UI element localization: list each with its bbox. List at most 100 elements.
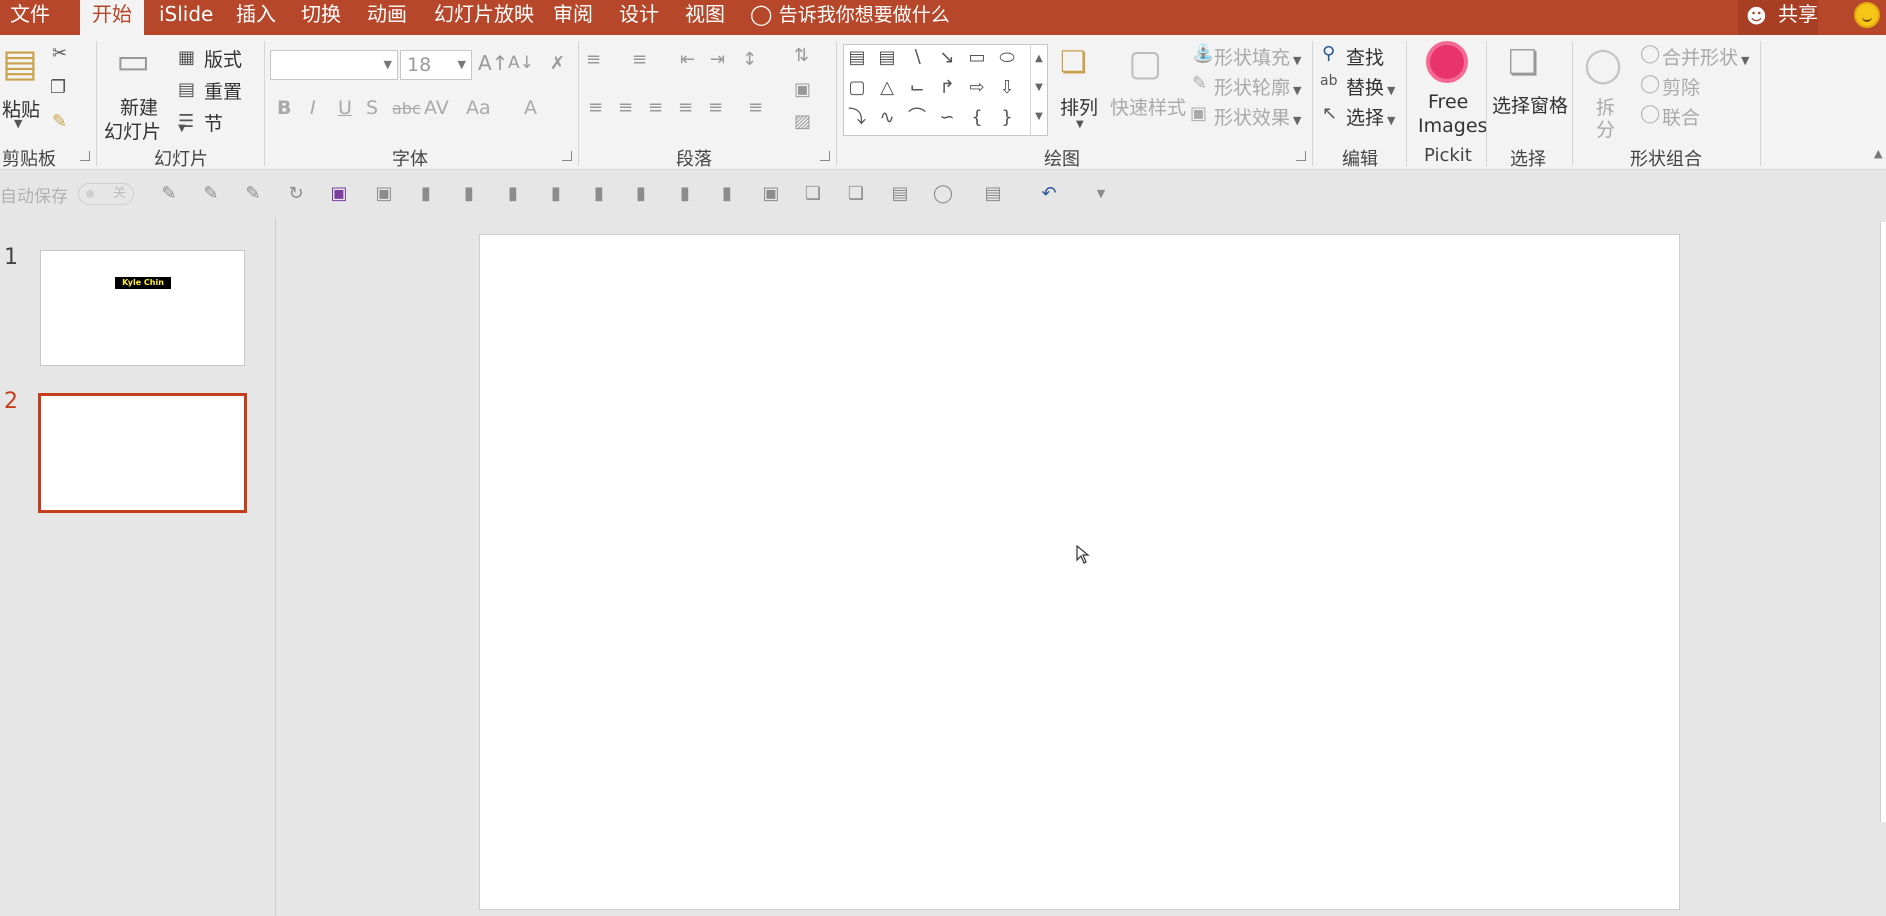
group-icon[interactable]: ❏ (802, 183, 824, 205)
font-name-combo[interactable]: ▼ (270, 50, 398, 80)
slide-thumbnail-selected[interactable] (38, 393, 247, 513)
tab-islide[interactable]: iSlide (159, 0, 213, 35)
select-button[interactable]: 选择 ▼ (1346, 103, 1395, 130)
align-icon[interactable]: ▮ (502, 183, 524, 205)
feedback-smiley-icon[interactable] (1854, 2, 1880, 28)
arrange-button[interactable]: 排列 (1060, 93, 1098, 120)
drawing-launcher-icon[interactable] (1296, 151, 1306, 161)
arrow-line-shape-icon[interactable]: ↘ (936, 47, 958, 69)
align-right-icon[interactable]: ≡ (648, 97, 663, 118)
grow-font-icon[interactable]: A↑ (478, 51, 508, 75)
smartart-icon[interactable]: ▨ (794, 111, 811, 132)
align-left-icon[interactable]: ≡ (588, 97, 603, 118)
subtract-button[interactable]: 剪除 (1662, 73, 1700, 100)
numbering-icon[interactable]: ≡ (632, 49, 647, 70)
undo-icon[interactable]: ↶ (1038, 183, 1060, 205)
bold-button[interactable]: B (277, 97, 291, 119)
distribute-icon[interactable]: ≡ (708, 97, 723, 118)
rounded-rect-shape-icon[interactable]: ▢ (846, 77, 868, 99)
reset-button[interactable]: 重置 (204, 77, 242, 104)
justify-icon[interactable]: ≡ (678, 97, 693, 118)
chevron-up-icon[interactable]: ▲ (1031, 53, 1047, 64)
tab-design[interactable]: 设计 (619, 0, 659, 35)
share-button[interactable]: ☻ 共享 (1738, 0, 1818, 35)
find-button[interactable]: 查找 (1346, 43, 1384, 70)
change-case-button[interactable]: Aa (466, 97, 491, 119)
font-launcher-icon[interactable] (562, 151, 572, 161)
line-shape-icon[interactable]: ∖ (906, 47, 928, 69)
font-color-button[interactable]: A (524, 97, 537, 119)
present-icon[interactable]: ▣ (760, 183, 782, 205)
shape-gallery[interactable]: ▤ ▤ ∖ ↘ ▭ ⬭ ▢ △ ⌙ ↱ ⇨ ⇩ ⤵ ∿ ⌒ ∽ { } ▲ ▼ … (843, 44, 1048, 136)
vertical-textbox-shape-icon[interactable]: ▤ (876, 47, 898, 69)
replace-button[interactable]: 替换 ▼ (1346, 73, 1395, 100)
shape-fill-button[interactable]: 形状填充 ▼ (1214, 43, 1301, 70)
shadow-button[interactable]: S (366, 97, 378, 119)
down-arrow-shape-icon[interactable]: ⇩ (996, 77, 1018, 99)
autosave-toggle[interactable]: 关 (78, 183, 134, 205)
shape-effects-button[interactable]: 形状效果 ▼ (1214, 103, 1301, 130)
align-text-icon[interactable]: ▣ (794, 79, 811, 100)
font-size-combo[interactable]: 18 ▼ (400, 50, 472, 80)
layout-button[interactable]: 版式 (204, 45, 242, 72)
textbox-icon[interactable]: ▤ (982, 183, 1004, 205)
left-brace-shape-icon[interactable]: { (966, 107, 988, 129)
arc-shape-icon[interactable]: ⌒ (906, 107, 928, 129)
tab-animations[interactable]: 动画 (367, 0, 407, 35)
align-icon[interactable]: ▮ (630, 183, 652, 205)
redo-icon[interactable]: ↻ (285, 183, 307, 205)
elbow-connector-shape-icon[interactable]: ⌙ (906, 77, 928, 99)
align-icon[interactable]: ▮ (674, 183, 696, 205)
save-icon[interactable]: ▣ (328, 183, 350, 205)
textbox-icon[interactable]: ▤ (889, 183, 911, 205)
eyedropper-icon[interactable]: ✎ (200, 183, 222, 205)
vertical-scrollbar[interactable] (1880, 222, 1886, 822)
align-center-icon[interactable]: ≡ (618, 97, 633, 118)
right-brace-shape-icon[interactable]: } (996, 107, 1018, 129)
text-direction-icon[interactable]: ⇅ (794, 45, 809, 66)
eyedropper-icon[interactable]: ✎ (242, 183, 264, 205)
textbox-shape-icon[interactable]: ▤ (846, 47, 868, 69)
shrink-font-icon[interactable]: A↓ (508, 53, 534, 73)
align-icon[interactable]: ▮ (545, 183, 567, 205)
eyedropper-icon[interactable]: ✎ (158, 183, 180, 205)
tab-view[interactable]: 视图 (685, 0, 725, 35)
tab-slideshow[interactable]: 幻灯片放映 (434, 0, 534, 35)
elbow-arrow-shape-icon[interactable]: ↱ (936, 77, 958, 99)
copy-icon[interactable]: ❐ (50, 77, 66, 98)
customize-qat-icon[interactable]: ▼ (1090, 183, 1112, 205)
char-spacing-button[interactable]: AV (424, 97, 449, 119)
triangle-shape-icon[interactable]: △ (876, 77, 898, 99)
quick-styles-button[interactable]: 快速样式 (1110, 93, 1186, 120)
free-images-button[interactable]: Free (1428, 91, 1468, 113)
align-icon[interactable]: ▮ (588, 183, 610, 205)
align-icon[interactable]: ▮ (458, 183, 480, 205)
gallery-scroll[interactable]: ▲ ▼ ▼ (1030, 45, 1047, 135)
decrease-indent-icon[interactable]: ⇤ (680, 49, 695, 70)
union-button[interactable]: 联合 (1662, 103, 1700, 130)
clipboard-launcher-icon[interactable] (80, 151, 90, 161)
align-icon[interactable]: ▮ (716, 183, 738, 205)
merge-shapes-button[interactable]: 合并形状 ▼ (1662, 43, 1749, 70)
cut-icon[interactable]: ✂ (52, 43, 67, 64)
tab-insert[interactable]: 插入 (236, 0, 276, 35)
slide-thumbnail[interactable]: Kyle Chin (40, 250, 245, 366)
columns-icon[interactable]: ≡ (748, 97, 763, 118)
rectangle-shape-icon[interactable]: ▭ (966, 47, 988, 69)
selection-pane-button[interactable]: 选择窗格 (1492, 91, 1568, 118)
right-arrow-shape-icon[interactable]: ⇨ (966, 77, 988, 99)
oval-shape-icon[interactable]: ⬭ (996, 47, 1018, 69)
chevron-down-icon[interactable]: ▼ (1031, 82, 1047, 93)
strikethrough-button[interactable]: abc (392, 99, 421, 118)
line-spacing-icon[interactable]: ↕ (742, 49, 757, 70)
ungroup-icon[interactable]: ❏ (845, 183, 867, 205)
italic-button[interactable]: I (310, 97, 316, 119)
slide-canvas[interactable] (479, 234, 1680, 910)
paragraph-launcher-icon[interactable] (820, 151, 830, 161)
new-slide-button[interactable]: 新建 (120, 93, 158, 120)
curve-shape-icon[interactable]: ∽ (936, 107, 958, 129)
shape-outline-button[interactable]: 形状轮廓 ▼ (1214, 73, 1301, 100)
tell-me-box[interactable]: ◯ 告诉我你想要做什么 (750, 0, 950, 35)
scribble-shape-icon[interactable]: ∿ (876, 107, 898, 129)
align-icon[interactable]: ▮ (415, 183, 437, 205)
